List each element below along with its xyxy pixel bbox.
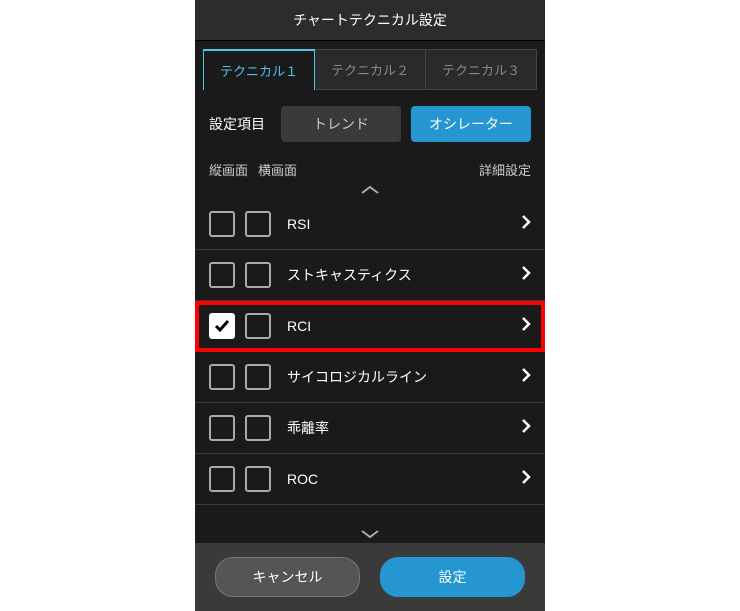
chevron-right-icon <box>521 316 531 337</box>
checkbox-horizontal[interactable] <box>245 313 271 339</box>
col-detail: 詳細設定 <box>479 160 531 179</box>
checkbox-vertical[interactable] <box>209 415 235 441</box>
indicator-label: RSI <box>287 216 310 232</box>
tab-technical-2[interactable]: テクニカル２ <box>315 49 426 90</box>
col-horizontal: 横画面 <box>258 160 297 179</box>
indicator-label: 乖離率 <box>287 418 329 438</box>
cancel-button[interactable]: キャンセル <box>215 557 360 597</box>
checkbox-horizontal[interactable] <box>245 364 271 390</box>
checkbox-vertical[interactable] <box>209 364 235 390</box>
filter-row: 設定項目 トレンド オシレーター <box>195 90 545 154</box>
chevron-right-icon <box>521 418 531 439</box>
list-item-highlighted[interactable]: RCI <box>195 301 545 352</box>
chevron-right-icon <box>521 214 531 235</box>
checkbox-horizontal[interactable] <box>245 262 271 288</box>
list-item[interactable]: ROC <box>195 454 545 505</box>
page-title: チャートテクニカル設定 <box>195 0 545 41</box>
list-item[interactable]: ストキャスティクス <box>195 250 545 301</box>
submit-button[interactable]: 設定 <box>380 557 525 597</box>
chevron-right-icon <box>521 367 531 388</box>
column-headers: 縦画面 横画面 詳細設定 <box>195 154 545 185</box>
tab-technical-1[interactable]: テクニカル１ <box>203 49 315 90</box>
scroll-down-indicator <box>195 529 545 543</box>
col-vertical: 縦画面 <box>209 160 248 179</box>
chevron-right-icon <box>521 265 531 286</box>
checkbox-horizontal[interactable] <box>245 211 271 237</box>
checkbox-vertical[interactable] <box>209 466 235 492</box>
checkbox-vertical[interactable] <box>209 262 235 288</box>
tab-technical-3[interactable]: テクニカル３ <box>426 49 537 90</box>
segment-trend[interactable]: トレンド <box>281 106 401 142</box>
segment-oscillator[interactable]: オシレーター <box>411 106 531 142</box>
checkbox-vertical[interactable] <box>209 211 235 237</box>
chevron-right-icon <box>521 469 531 490</box>
filter-label: 設定項目 <box>209 114 265 134</box>
indicator-list: RSI ストキャスティクス RCI サイコロジカルライン 乖離率 <box>195 199 545 529</box>
indicator-label: RCI <box>287 318 311 334</box>
app-screen: チャートテクニカル設定 テクニカル１ テクニカル２ テクニカル３ 設定項目 トレ… <box>195 0 545 611</box>
footer-buttons: キャンセル 設定 <box>195 543 545 611</box>
checkbox-horizontal[interactable] <box>245 415 271 441</box>
checkbox-horizontal[interactable] <box>245 466 271 492</box>
list-item[interactable]: サイコロジカルライン <box>195 352 545 403</box>
indicator-label: サイコロジカルライン <box>287 367 427 387</box>
list-item[interactable]: 乖離率 <box>195 403 545 454</box>
scroll-up-indicator <box>195 185 545 199</box>
list-item[interactable]: RSI <box>195 199 545 250</box>
indicator-label: ROC <box>287 471 318 487</box>
indicator-label: ストキャスティクス <box>287 265 412 285</box>
checkbox-vertical[interactable] <box>209 313 235 339</box>
technical-tabs: テクニカル１ テクニカル２ テクニカル３ <box>203 49 537 90</box>
